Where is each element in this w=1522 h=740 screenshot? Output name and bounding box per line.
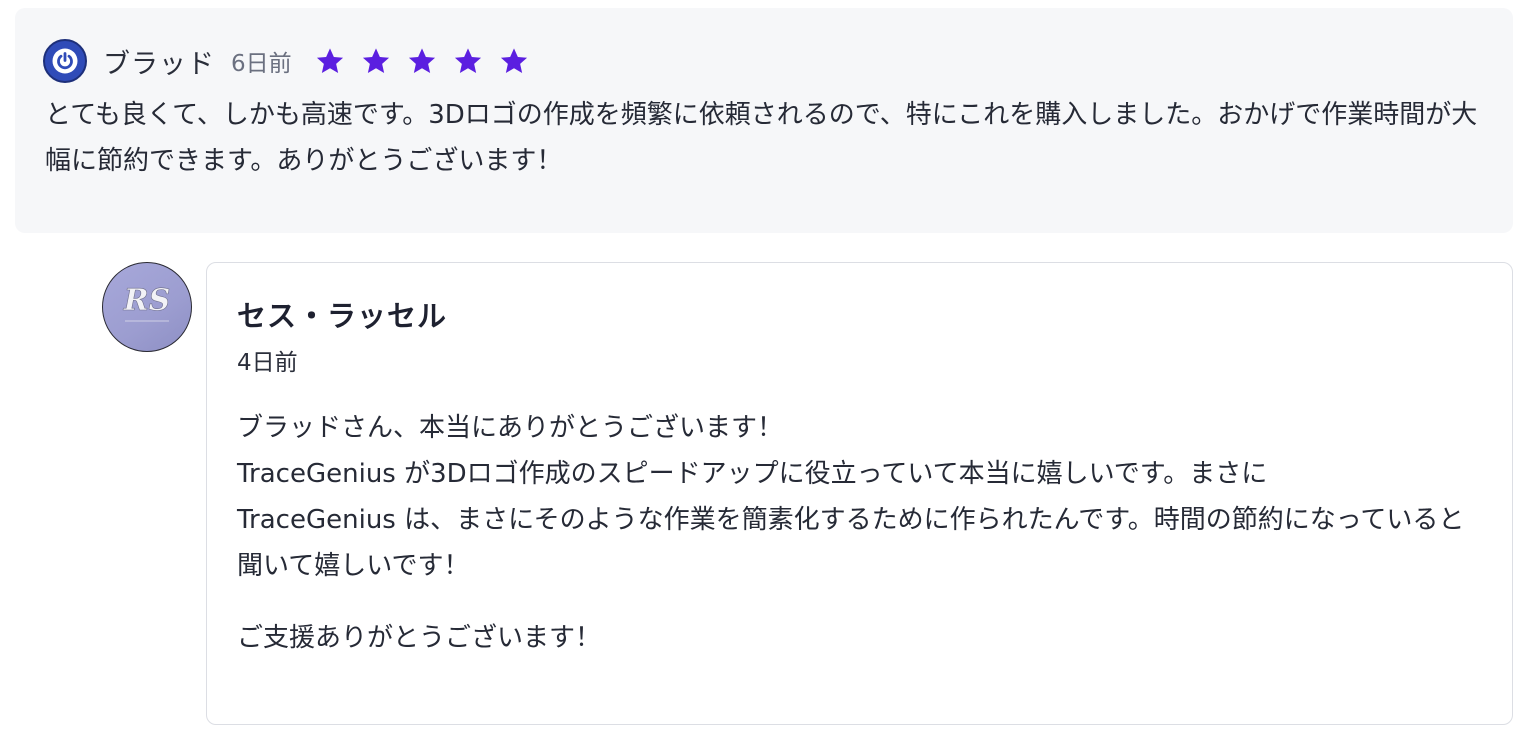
power-icon — [43, 39, 87, 83]
star-icon — [408, 48, 435, 73]
rs-logo-icon: RS — [122, 283, 171, 322]
svg-text:RS: RS — [123, 283, 171, 318]
reply-timestamp: 4日前 — [237, 350, 298, 376]
star-icon — [316, 48, 343, 73]
reply-closing: ご支援ありがとうございます！ — [237, 623, 602, 653]
reply-author-name: セス・ラッセル — [237, 299, 448, 333]
reply-paragraph: TraceGenius が3Dロゴ作成のスピードアップに役立っていて本当に嬉しい… — [237, 459, 1268, 489]
review-author-name: ブラッド — [103, 48, 215, 80]
star-icon — [362, 48, 389, 73]
reply-paragraph: ブラッドさん、本当にありがとうございます！ — [237, 413, 784, 443]
star-icon — [500, 48, 527, 73]
review-timestamp: 6日前 — [231, 51, 292, 77]
star-rating — [314, 45, 530, 77]
review-header: ブラッド 6日前 — [43, 39, 530, 83]
star-icon — [454, 48, 481, 73]
review-card: ブラッド 6日前 とても良くて、しかも高速です。3Dロゴの作成を頻繁に依頼される… — [15, 8, 1513, 233]
reply-paragraph: TraceGenius は、まさにそのような作業を簡素化するために作られたんです… — [237, 505, 1465, 581]
avatar: RS — [102, 262, 192, 352]
reply-text: ブラッドさん、本当にありがとうございます！ TraceGenius が3Dロゴ作… — [237, 405, 1487, 661]
reply-card: セス・ラッセル 4日前 ブラッドさん、本当にありがとうございます！ TraceG… — [206, 262, 1513, 725]
review-text: とても良くて、しかも高速です。3Dロゴの作成を頻繁に依頼されるので、特にこれを購… — [45, 100, 1478, 176]
